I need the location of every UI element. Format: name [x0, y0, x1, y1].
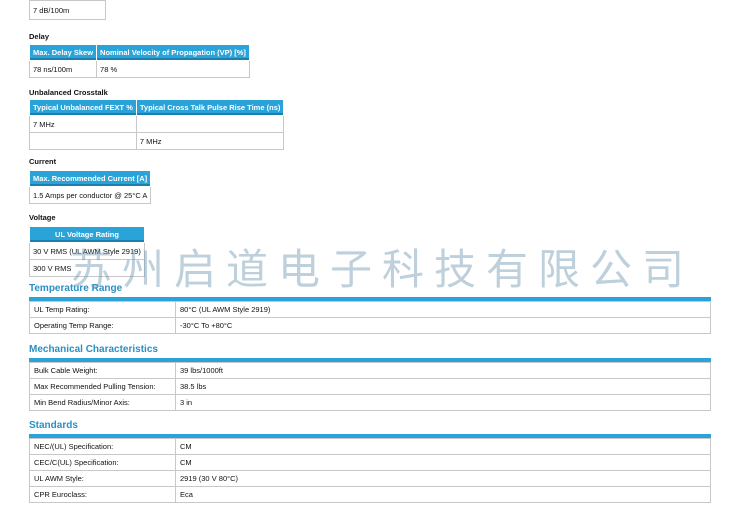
delay-header-skew: Max. Delay Skew	[28, 44, 98, 61]
delay-header-vp: Nominal Velocity of Propagation (VP) [%]	[96, 44, 250, 61]
mech-value-3: 3 in	[175, 394, 711, 411]
mechanical-heading: Mechanical Characteristics	[29, 344, 158, 355]
table-row: UL AWM Style: 2919 (30 V 80°C)	[29, 470, 711, 487]
std-label-4: CPR Euroclass:	[29, 486, 176, 503]
standards-heading: Standards	[29, 420, 78, 431]
mech-label-3: Min Bend Radius/Minor Axis:	[29, 394, 176, 411]
current-heading: Current	[29, 157, 57, 166]
crosstalk-heading: Unbalanced Crosstalk	[29, 88, 108, 97]
current-value: 1.5 Amps per conductor @ 25°C A	[28, 186, 152, 204]
crosstalk-cell-r1c2	[135, 115, 285, 133]
delay-table: Max. Delay Skew Nominal Velocity of Prop…	[28, 44, 250, 78]
mech-value-1: 39 lbs/1000ft	[175, 362, 711, 379]
temp-label-2: Operating Temp Range:	[29, 317, 176, 334]
temperature-table: UL Temp Rating: 80°C (UL AWM Style 2919)…	[29, 301, 711, 334]
attenuation-table: 7 dB/100m	[29, 0, 106, 20]
temperature-heading: Temperature Range	[29, 283, 123, 294]
crosstalk-header-rise: Typical Cross Talk Pulse Rise Time (ns)	[135, 99, 285, 116]
delay-heading: Delay	[29, 32, 50, 41]
voltage-row-1: 30 V RMS (UL AWM Style 2919)	[29, 242, 145, 260]
crosstalk-cell-r2c2: 7 MHz	[135, 132, 285, 150]
company-watermark: 苏州启道电子科技有限公司	[70, 245, 695, 294]
delay-vp-value: 78 %	[96, 60, 250, 78]
std-label-1: NEC/(UL) Specification:	[29, 438, 176, 455]
current-header: Max. Recommended Current [A]	[28, 170, 152, 187]
voltage-table: UL Voltage Rating 30 V RMS (UL AWM Style…	[29, 226, 145, 277]
crosstalk-header-fext: Typical Unbalanced FEXT %	[29, 99, 137, 116]
mech-label-1: Bulk Cable Weight:	[29, 362, 176, 379]
std-value-2: CM	[175, 454, 711, 471]
std-value-1: CM	[175, 438, 711, 455]
table-row: CEC/C(UL) Specification: CM	[29, 454, 711, 471]
table-row: CPR Euroclass: Eca	[29, 486, 711, 503]
attenuation-value: 7 dB/100m	[29, 0, 106, 20]
crosstalk-cell-r1c1: 7 MHz	[29, 115, 137, 133]
table-row: Bulk Cable Weight: 39 lbs/1000ft	[29, 362, 711, 379]
standards-table: NEC/(UL) Specification: CM CEC/C(UL) Spe…	[29, 438, 711, 503]
temp-label-1: UL Temp Rating:	[29, 301, 176, 318]
temp-value-1: 80°C (UL AWM Style 2919)	[175, 301, 711, 318]
voltage-header: UL Voltage Rating	[29, 226, 145, 243]
table-row: NEC/(UL) Specification: CM	[29, 438, 711, 455]
std-label-3: UL AWM Style:	[29, 470, 176, 487]
crosstalk-table: Typical Unbalanced FEXT % Typical Cross …	[29, 99, 285, 150]
mechanical-table: Bulk Cable Weight: 39 lbs/1000ft Max Rec…	[29, 362, 711, 411]
voltage-row-2: 300 V RMS	[29, 259, 145, 277]
std-label-2: CEC/C(UL) Specification:	[29, 454, 176, 471]
mech-label-2: Max Recommended Pulling Tension:	[29, 378, 176, 395]
std-value-4: Eca	[175, 486, 711, 503]
delay-skew-value: 78 ns/100m	[28, 60, 98, 78]
table-row: Max Recommended Pulling Tension: 38.5 lb…	[29, 378, 711, 395]
std-value-3: 2919 (30 V 80°C)	[175, 470, 711, 487]
current-table: Max. Recommended Current [A] 1.5 Amps pe…	[28, 170, 152, 204]
table-row: Operating Temp Range: -30°C To +80°C	[29, 317, 711, 334]
table-row: Min Bend Radius/Minor Axis: 3 in	[29, 394, 711, 411]
temp-value-2: -30°C To +80°C	[175, 317, 711, 334]
voltage-heading: Voltage	[29, 213, 56, 222]
table-row: UL Temp Rating: 80°C (UL AWM Style 2919)	[29, 301, 711, 318]
crosstalk-cell-r2c1	[29, 132, 137, 150]
mech-value-2: 38.5 lbs	[175, 378, 711, 395]
